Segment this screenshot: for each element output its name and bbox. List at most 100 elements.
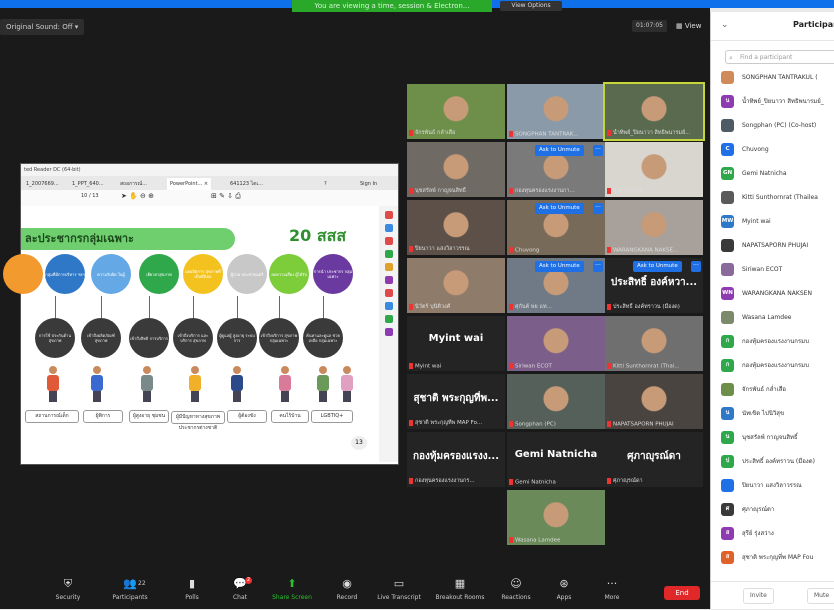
video-tile[interactable]: กองทุ้มครองแรงง... กองทุนครองแรงงานกร... <box>407 432 505 487</box>
participant-row[interactable]: น น้ำทิพย์_ปิยนาวา สิทธิพนารมย์_ <box>721 94 834 110</box>
tool-icon[interactable] <box>384 315 393 323</box>
tool-icon[interactable] <box>384 289 393 297</box>
live-transcript-button[interactable]: ▭ Live Transcript <box>373 577 425 601</box>
view-button[interactable]: ▦ View <box>672 20 705 32</box>
muted-mic-icon <box>409 477 413 484</box>
video-tile[interactable]: Ask to Unmute ··· Chuvong <box>507 200 605 255</box>
muted-mic-icon <box>607 303 611 310</box>
tab-1[interactable]: 1_2007669... <box>23 178 62 190</box>
tile-name: ศุภาญุรณ์ดา <box>613 478 643 484</box>
participant-row[interactable]: Songphan (PC) (Co-host) <box>721 118 834 134</box>
participant-row[interactable]: WN WARANGKANA NAKSEN <box>721 286 834 302</box>
video-tile[interactable]: Ask to Unmute ··· ศุกันต์ พ่ย แท... <box>507 258 605 313</box>
more-options-button[interactable]: ··· <box>593 261 603 272</box>
breakout-rooms-button[interactable]: ▦ Breakout Rooms <box>434 577 486 601</box>
participant-name: Gemi Natnicha <box>742 170 787 177</box>
tab-5[interactable]: 641123 ไดเ... <box>227 178 266 190</box>
participant-row[interactable]: ส สุรีย์ รุ่งสว่าง <box>721 526 834 542</box>
original-sound-button[interactable]: Original Sound: Off ▾ <box>0 19 85 35</box>
tool-icon[interactable] <box>384 302 393 310</box>
participant-row[interactable]: ก กองทุ้มครองแรงงานกรมบ <box>721 334 834 350</box>
video-tile[interactable]: สุรีย์ รุ่งสว่าง <box>605 142 703 197</box>
group-label: คนไร้บ้าน <box>271 410 309 423</box>
cursor-icon[interactable]: ➤ ✋ ⊖ ⊕ <box>121 192 154 200</box>
participant-row[interactable]: Kitti Sunthornrat (Thailea <box>721 190 834 206</box>
tool-icon[interactable] <box>384 263 393 271</box>
more-options-button[interactable]: ··· <box>593 145 603 156</box>
video-tile[interactable]: Songphan (PC) <box>507 374 605 429</box>
video-tile[interactable]: น้ำทิพย์_ปิยนาวา สิทธิพนารมย์... <box>603 82 705 141</box>
video-tile[interactable]: ปิยนาวา แสงวิลาวรรณ <box>407 200 505 255</box>
zoom-icons[interactable]: ⊞ ✎ ⇩ ⎙ <box>211 192 241 201</box>
invite-button[interactable]: Invite <box>743 588 774 604</box>
help-icon[interactable]: ? <box>321 178 330 190</box>
participants-button[interactable]: 👥 22 Participants <box>104 577 156 601</box>
polls-button[interactable]: ▮ Polls <box>166 577 218 601</box>
security-button[interactable]: ⛨ Security <box>42 577 94 601</box>
tab-3[interactable]: สถอการณ์... <box>117 178 150 190</box>
end-meeting-button[interactable]: End <box>664 586 700 600</box>
tool-icon[interactable] <box>384 250 393 258</box>
more-options-button[interactable]: ··· <box>691 261 701 272</box>
participant-row[interactable]: ป ประสิทธิ์ องค์ทราวน (มืองด) <box>721 454 834 470</box>
participant-row[interactable]: น นัทเขิด ไปนิวิสุข <box>721 406 834 422</box>
ask-to-unmute-button[interactable]: Ask to Unmute <box>633 261 682 272</box>
video-tile[interactable]: Ask to Unmute ··· กองทุนครองแรงงานกา... <box>507 142 605 197</box>
video-tile[interactable]: ศุภาญุรณ์ดา ศุภาญุรณ์ดา <box>605 432 703 487</box>
ask-to-unmute-button[interactable]: Ask to Unmute <box>535 203 584 214</box>
sign-in-link[interactable]: Sign In <box>357 178 380 190</box>
more-button[interactable]: ··· More <box>586 577 638 601</box>
tool-icon[interactable] <box>384 237 393 245</box>
participant-row[interactable]: ศ ศุภาญุรณ์ดา <box>721 502 834 518</box>
connector-line <box>193 296 194 318</box>
tab-4[interactable]: PowerPoint... × <box>167 178 212 190</box>
participant-row[interactable]: ส สุชาติ พระกุญที่พ MAP Fou <box>721 550 834 566</box>
participant-row[interactable]: SONGPHAN TANTRAKUL ( <box>721 70 834 86</box>
video-tile[interactable]: ประสิทธิ์ องค์หวา... Ask to Unmute ··· ประส… <box>605 258 703 313</box>
video-tile[interactable]: Kitti Sunthornrat (Thai... <box>605 316 703 371</box>
video-tile[interactable]: นุชสรัลพ์ กาญจนสิทธิ์ <box>407 142 505 197</box>
participant-row[interactable]: ก กองทุ้มครองแรงงานกรมบ <box>721 358 834 374</box>
tool-icon[interactable] <box>384 224 393 232</box>
tool-icon[interactable] <box>384 211 393 219</box>
tab-2[interactable]: 1_PPT_640... <box>69 178 107 190</box>
tile-name-tag: Chuvong <box>509 246 539 253</box>
avatar: น <box>721 431 734 444</box>
tool-icon[interactable] <box>384 328 393 336</box>
chevron-down-icon[interactable]: ⌄ <box>721 20 729 30</box>
video-tile[interactable]: WARANGKANA NAKSE... <box>605 200 703 255</box>
video-tile[interactable]: นิวัตร์ บุนิติวงศ์ <box>407 258 505 313</box>
participant-row[interactable]: จักรพันธ์ กล่ำเสือ <box>721 382 834 398</box>
participant-row[interactable]: MW Myint wai <box>721 214 834 230</box>
participant-row[interactable]: C Chuvong <box>721 142 834 158</box>
apps-button[interactable]: ⊛ Apps <box>538 577 590 601</box>
service-circle: เข้าถึงบริการ และบริการ สุขภาพ <box>173 318 213 358</box>
video-tile[interactable]: Siriwan ECOT <box>507 316 605 371</box>
participant-row[interactable]: Siriwan ECOT <box>721 262 834 278</box>
record-label: Record <box>336 594 358 601</box>
record-button[interactable]: ◉ Record <box>321 577 373 601</box>
slide-header: ละประชากรกลุ่มเฉพาะ <box>21 228 235 250</box>
chat-button[interactable]: 💬 2 Chat <box>214 577 266 601</box>
participant-row[interactable]: น นุชสรัลพ์ กาญจนสิทธิ์ <box>721 430 834 446</box>
view-options-button[interactable]: View Options <box>500 1 562 11</box>
participant-search-input[interactable]: ⌕ Find a participant <box>725 50 834 64</box>
video-tile[interactable]: NAPATSAPORN PHUJAI <box>605 374 703 429</box>
video-tile[interactable]: สุชาติ พระกุญที่พ... สุชาติ พระกุญทีพ MAP… <box>407 374 505 429</box>
video-tile[interactable]: จักรพันธ์ กล่ำเสือ <box>407 84 505 139</box>
video-tile[interactable]: Wasana Lamdee <box>507 490 605 545</box>
ask-to-unmute-button[interactable]: Ask to Unmute <box>535 145 584 156</box>
tool-icon[interactable] <box>384 276 393 284</box>
reactions-button[interactable]: ☺ Reactions <box>490 577 542 601</box>
participant-row[interactable]: GN Gemi Natnicha <box>721 166 834 182</box>
video-tile[interactable]: SONGPHAN TANTRAK... <box>507 84 605 139</box>
mute-all-button[interactable]: Mute <box>807 588 834 604</box>
participant-row[interactable]: ปิยนาวา แสงวิลาวรรณ <box>721 478 834 494</box>
ask-to-unmute-button[interactable]: Ask to Unmute <box>535 261 584 272</box>
participant-row[interactable]: NAPATSAPORN PHUJAI <box>721 238 834 254</box>
video-tile[interactable]: Gemi Natnicha Gemi Natnicha <box>507 432 605 487</box>
video-tile[interactable]: Myint wai Myint wai <box>407 316 505 371</box>
more-options-button[interactable]: ··· <box>593 203 603 214</box>
share-screen-button[interactable]: ⬆ Share Screen <box>266 577 318 601</box>
participant-row[interactable]: Wasana Lamdee <box>721 310 834 326</box>
